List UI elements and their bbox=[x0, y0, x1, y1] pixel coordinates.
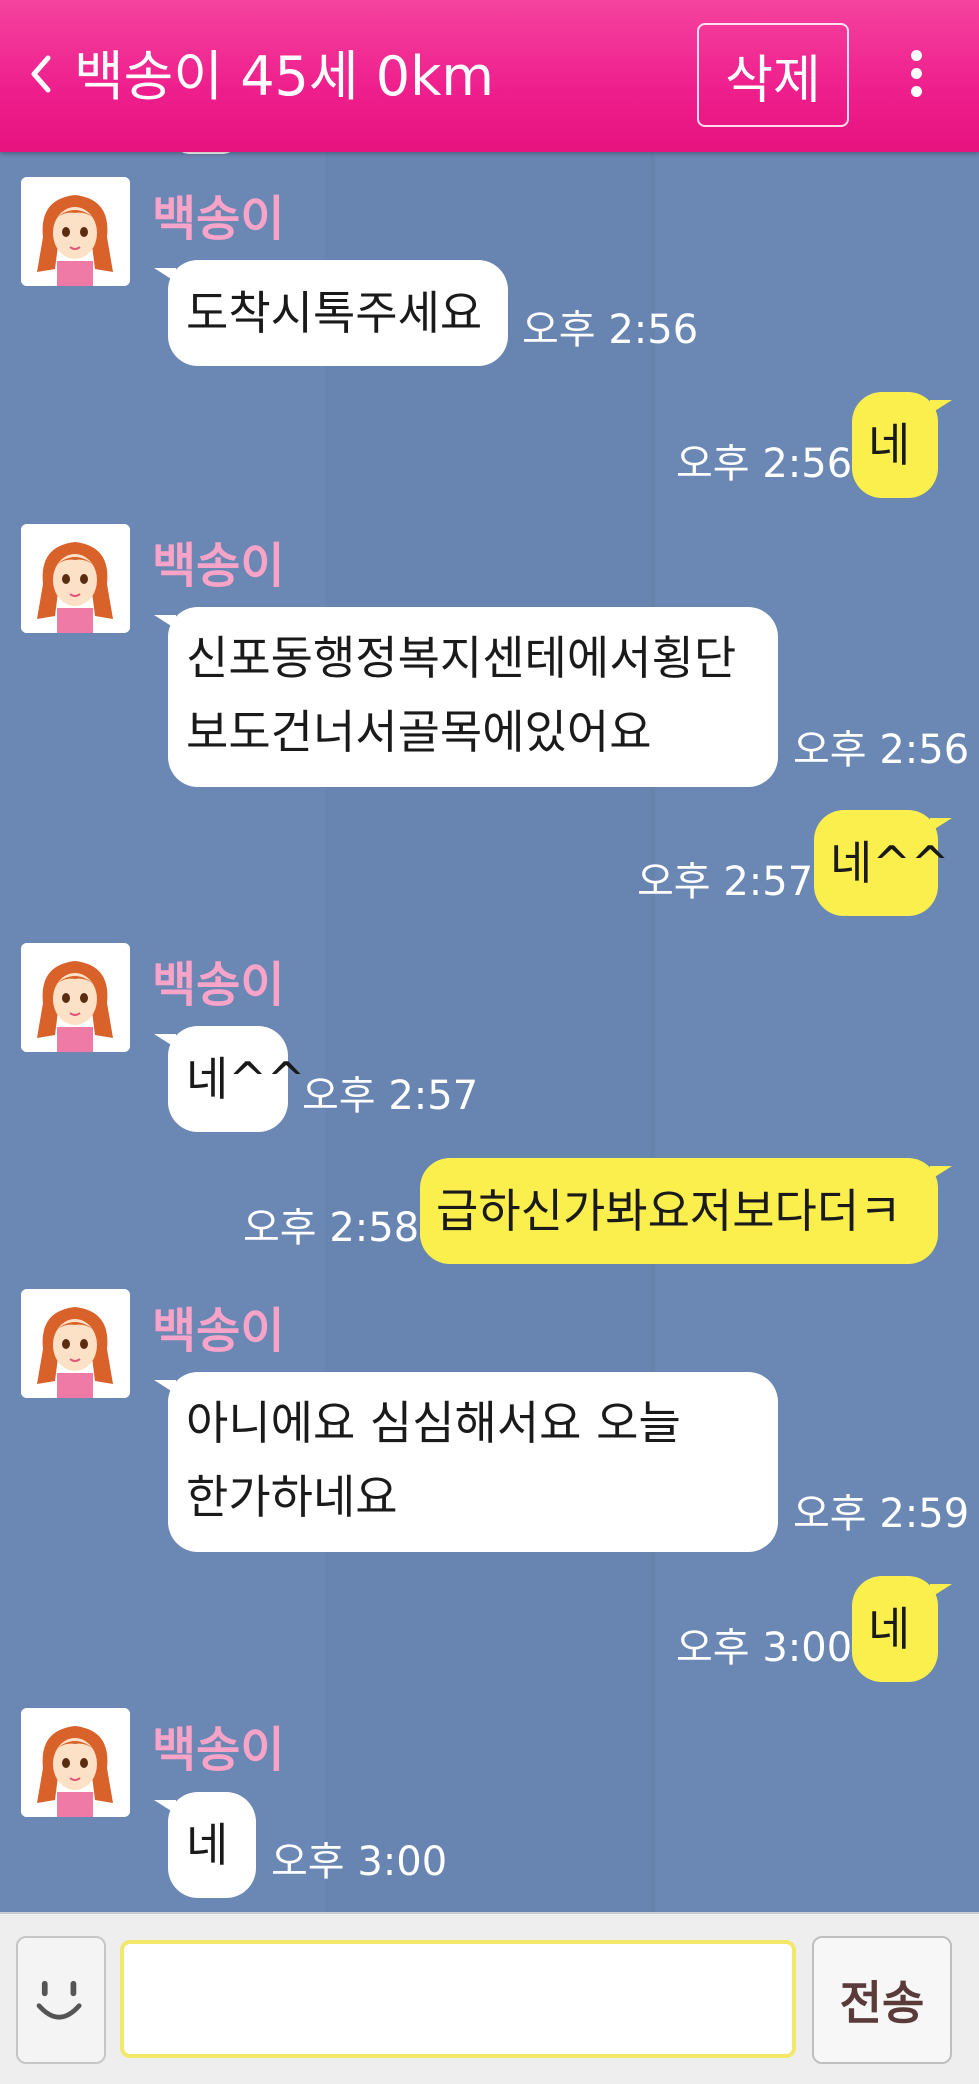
delete-button[interactable]: 삭제 bbox=[697, 23, 849, 127]
more-vertical-icon[interactable] bbox=[898, 50, 934, 100]
incoming-bubble: 네^^ bbox=[154, 1026, 305, 1132]
outgoing-bubble: 네 bbox=[852, 392, 952, 498]
incoming-bubble: 아니에요 심심해서요 오늘 한가하네요 bbox=[154, 1372, 778, 1552]
avatar[interactable] bbox=[21, 524, 130, 633]
avatar[interactable] bbox=[21, 943, 130, 1052]
emoji-button[interactable] bbox=[16, 1936, 106, 2064]
smiley-icon bbox=[36, 1980, 82, 2020]
avatar[interactable] bbox=[21, 1289, 130, 1398]
girl-avatar-icon bbox=[21, 177, 130, 286]
girl-avatar-icon bbox=[21, 943, 130, 1052]
avatar[interactable] bbox=[21, 177, 130, 286]
chat-header: 백송이 45세 0km 삭제 bbox=[0, 0, 979, 152]
girl-avatar-icon bbox=[21, 1289, 130, 1398]
message-time: 오후 3:00 bbox=[271, 1839, 448, 1885]
message-time: 오후 2:56 bbox=[522, 307, 699, 353]
message-time: 오후 2:59 bbox=[793, 1491, 970, 1537]
girl-avatar-icon bbox=[21, 1708, 130, 1817]
bubble-line: 신포동행정복지센테에서횡단 bbox=[186, 631, 737, 685]
chevron-left-icon[interactable] bbox=[30, 54, 52, 94]
bubble-line: 한가하네요 bbox=[186, 1470, 398, 1524]
outgoing-bubble: 네 bbox=[852, 1576, 952, 1682]
message-time: 오후 2:58 bbox=[243, 1205, 420, 1251]
girl-avatar-icon bbox=[21, 524, 130, 633]
incoming-bubble: 도착시톡주세요 bbox=[154, 260, 508, 366]
sender-name: 백송이 bbox=[152, 957, 285, 1013]
avatar[interactable] bbox=[21, 1708, 130, 1817]
send-button[interactable]: 전송 bbox=[812, 1936, 952, 2064]
sender-name: 백송이 bbox=[152, 1722, 285, 1778]
incoming-bubble: 신포동행정복지센테에서횡단 보도건너서골목에있어요 bbox=[154, 607, 778, 787]
outgoing-bubble: 네^^ bbox=[814, 810, 952, 916]
sender-name: 백송이 bbox=[152, 538, 285, 594]
message-time: 오후 3:00 bbox=[676, 1625, 853, 1671]
composer-bar: 전송 bbox=[0, 1912, 979, 2084]
outgoing-bubble: 급하신가봐요저보다더ㅋ bbox=[420, 1158, 952, 1264]
sender-name: 백송이 bbox=[152, 1303, 285, 1359]
message-input[interactable] bbox=[120, 1940, 796, 2058]
message-time: 오후 2:57 bbox=[302, 1073, 479, 1119]
message-time: 오후 2:56 bbox=[676, 441, 853, 487]
chat-title[interactable]: 백송이 45세 0km bbox=[74, 44, 494, 110]
bubble-line: 보도건너서골목에있어요 bbox=[186, 705, 652, 759]
sender-name: 백송이 bbox=[152, 191, 285, 247]
incoming-bubble: 네 bbox=[154, 1792, 256, 1898]
bubble-line: 아니에요 심심해서요 오늘 bbox=[186, 1396, 681, 1450]
message-time: 오후 2:57 bbox=[637, 859, 814, 905]
message-time: 오후 2:56 bbox=[793, 727, 970, 773]
